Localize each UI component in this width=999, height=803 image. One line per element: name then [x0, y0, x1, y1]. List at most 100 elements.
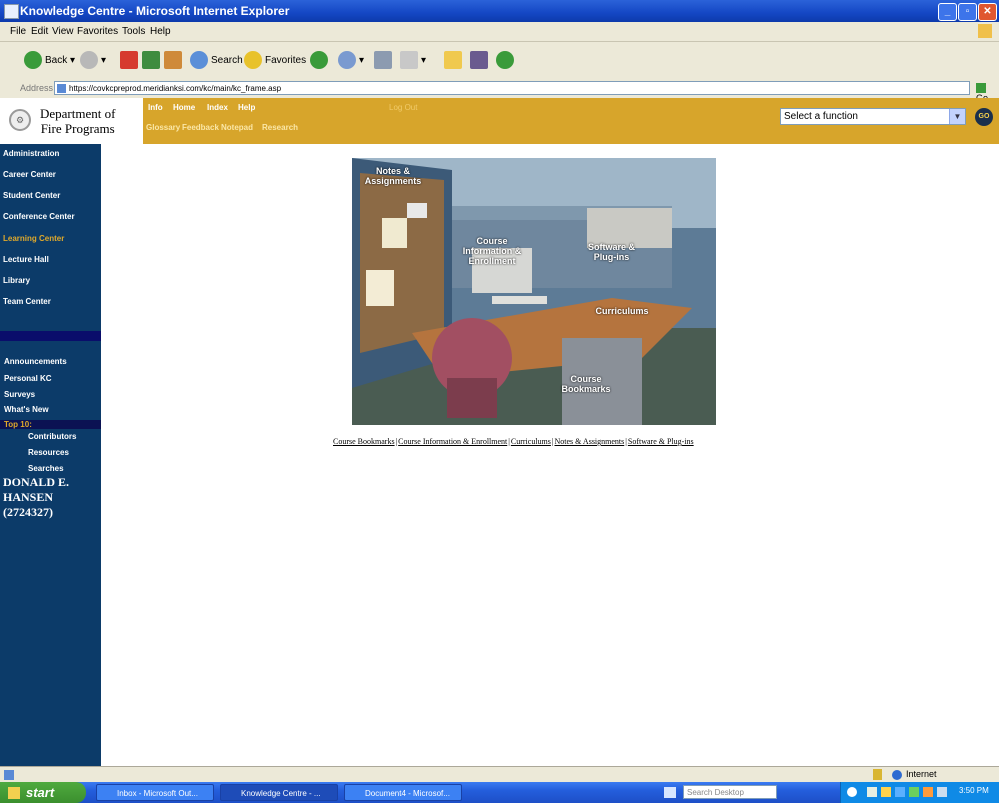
top10-resources[interactable]: Resources — [28, 448, 69, 457]
tray-icon[interactable] — [909, 787, 919, 797]
link-course-bookmarks[interactable]: Course Bookmarks — [333, 437, 395, 446]
chevron-down-icon[interactable]: ▼ — [949, 109, 965, 124]
nav-help[interactable]: Help — [238, 103, 255, 112]
clock[interactable]: 3:50 PM — [959, 786, 989, 795]
hotspot-course-bookmarks[interactable]: Course Bookmarks — [557, 374, 615, 394]
user-id: (2724327) — [3, 505, 53, 519]
tray-icon[interactable] — [923, 787, 933, 797]
mail-icon — [338, 51, 356, 70]
search-button[interactable]: Search — [190, 50, 243, 72]
learning-center-image-map[interactable]: Notes & Assignments Course Information &… — [352, 158, 716, 425]
function-select[interactable]: Select a function ▼ — [780, 108, 966, 125]
hotspot-course-info-enrollment[interactable]: Course Information & Enrollment — [452, 236, 532, 266]
sidebar-item-career-center[interactable]: Career Center — [3, 170, 56, 179]
task-document4[interactable]: Document4 - Microsof... — [344, 784, 462, 801]
system-tray: 3:50 PM — [840, 782, 999, 803]
office-scene-image — [352, 158, 716, 425]
address-input[interactable]: https://covkcpreprod.meridianksi.com/kc/… — [54, 81, 970, 95]
print-button[interactable] — [374, 50, 395, 72]
top10-contributors[interactable]: Contributors — [28, 432, 76, 441]
department-logo[interactable]: ⚙ Department of Fire Programs — [0, 98, 143, 144]
nav-glossary[interactable]: Glossary — [146, 123, 180, 132]
desktop-search-input[interactable]: Search Desktop — [683, 785, 777, 799]
messenger-icon — [496, 51, 514, 70]
edit-button[interactable]: ▾ — [400, 50, 426, 72]
nav-notepad[interactable]: Notepad — [221, 123, 253, 132]
window-title-bar[interactable]: Knowledge Centre - Microsoft Internet Ex… — [0, 0, 999, 22]
taskbar: start Inbox - Microsoft Out... Knowledge… — [0, 782, 999, 803]
sidebar-item-library[interactable]: Library — [3, 276, 30, 285]
network-icon[interactable] — [937, 787, 947, 797]
menu-edit[interactable]: Edit — [31, 26, 48, 37]
page-status-icon — [4, 770, 14, 780]
top10-header: Top 10: — [0, 420, 101, 429]
stop-button[interactable] — [120, 50, 141, 72]
logo-line1: Department of — [40, 106, 116, 121]
back-label: Back — [45, 55, 68, 66]
sidebar-item-team-center[interactable]: Team Center — [3, 297, 51, 306]
function-go-button[interactable]: GO — [975, 108, 993, 126]
windows-logo-icon — [978, 24, 992, 38]
favorites-button[interactable]: Favorites — [244, 50, 306, 72]
nav-research[interactable]: Research — [262, 123, 298, 132]
folder-icon — [444, 51, 462, 70]
site-header: ⚙ Department of Fire Programs Info Home … — [0, 98, 999, 144]
link-notes-assignments[interactable]: Notes & Assignments — [554, 437, 624, 446]
menu-file[interactable]: File — [10, 26, 26, 37]
menu-favorites[interactable]: Favorites — [77, 26, 118, 37]
link-software-plugins[interactable]: Software & Plug-ins — [628, 437, 694, 446]
task-document4-label: Document4 - Microsof... — [365, 789, 450, 798]
globe-icon — [892, 770, 902, 780]
start-button[interactable]: start — [0, 782, 86, 803]
nav-index[interactable]: Index — [207, 103, 228, 112]
address-url: https://covkcpreprod.meridianksi.com/kc/… — [69, 84, 282, 93]
history-button[interactable] — [310, 50, 331, 72]
refresh-button[interactable] — [142, 50, 163, 72]
desktop-search-icon[interactable] — [664, 787, 676, 798]
nav-info[interactable]: Info — [148, 103, 163, 112]
menu-view[interactable]: View — [52, 26, 74, 37]
home-button[interactable] — [164, 50, 185, 72]
nav-home[interactable]: Home — [173, 103, 195, 112]
folder-button[interactable] — [444, 50, 465, 72]
back-arrow-icon — [24, 51, 42, 70]
search-icon[interactable] — [847, 787, 857, 797]
task-inbox[interactable]: Inbox - Microsoft Out... — [96, 784, 214, 801]
sidebar-link-personal-kc[interactable]: Personal KC — [4, 374, 52, 383]
learning-center-links: Course Bookmarks|Course Information & En… — [333, 437, 694, 446]
hotspot-curriculums[interactable]: Curriculums — [586, 306, 658, 316]
sidebar-item-student-center[interactable]: Student Center — [3, 191, 60, 200]
nav-feedback[interactable]: Feedback — [182, 123, 219, 132]
research-button[interactable] — [470, 50, 491, 72]
menu-help[interactable]: Help — [150, 26, 171, 37]
logo-text: Department of Fire Programs — [40, 106, 115, 136]
sidebar-item-administration[interactable]: Administration — [3, 149, 59, 158]
sidebar-link-announcements[interactable]: Announcements — [4, 357, 67, 366]
tray-icon[interactable] — [895, 787, 905, 797]
minimize-button[interactable]: _ — [938, 3, 957, 21]
sidebar-item-learning-center[interactable]: Learning Center — [3, 234, 64, 243]
sidebar-item-lecture-hall[interactable]: Lecture Hall — [3, 255, 49, 264]
close-button[interactable]: ✕ — [978, 3, 997, 21]
tray-icon[interactable] — [867, 787, 877, 797]
back-button[interactable]: Back ▾ — [24, 50, 75, 72]
sidebar-item-conference-center[interactable]: Conference Center — [3, 212, 75, 221]
task-knowledge-centre[interactable]: Knowledge Centre - ... — [220, 784, 338, 801]
top10-searches[interactable]: Searches — [28, 464, 64, 473]
forward-arrow-icon — [80, 51, 98, 70]
tray-icon[interactable] — [881, 787, 891, 797]
messenger-button[interactable] — [496, 50, 517, 72]
sidebar-link-surveys[interactable]: Surveys — [4, 390, 35, 399]
mail-button[interactable]: ▾ — [338, 50, 364, 72]
menu-tools[interactable]: Tools — [122, 26, 145, 37]
logo-line2: Fire Programs — [40, 121, 115, 136]
link-course-information-enrollment[interactable]: Course Information & Enrollment — [398, 437, 507, 446]
logout-link[interactable]: Log Out — [389, 103, 417, 112]
forward-button[interactable]: ▾ — [80, 50, 106, 72]
sidebar-link-whats-new[interactable]: What's New — [4, 405, 49, 414]
hotspot-software-plugins[interactable]: Software & Plug-ins — [584, 242, 639, 262]
department-seal-icon: ⚙ — [9, 109, 31, 131]
hotspot-notes-assignments[interactable]: Notes & Assignments — [354, 166, 432, 186]
maximize-button[interactable]: ▫ — [958, 3, 977, 21]
link-curriculums[interactable]: Curriculums — [511, 437, 551, 446]
